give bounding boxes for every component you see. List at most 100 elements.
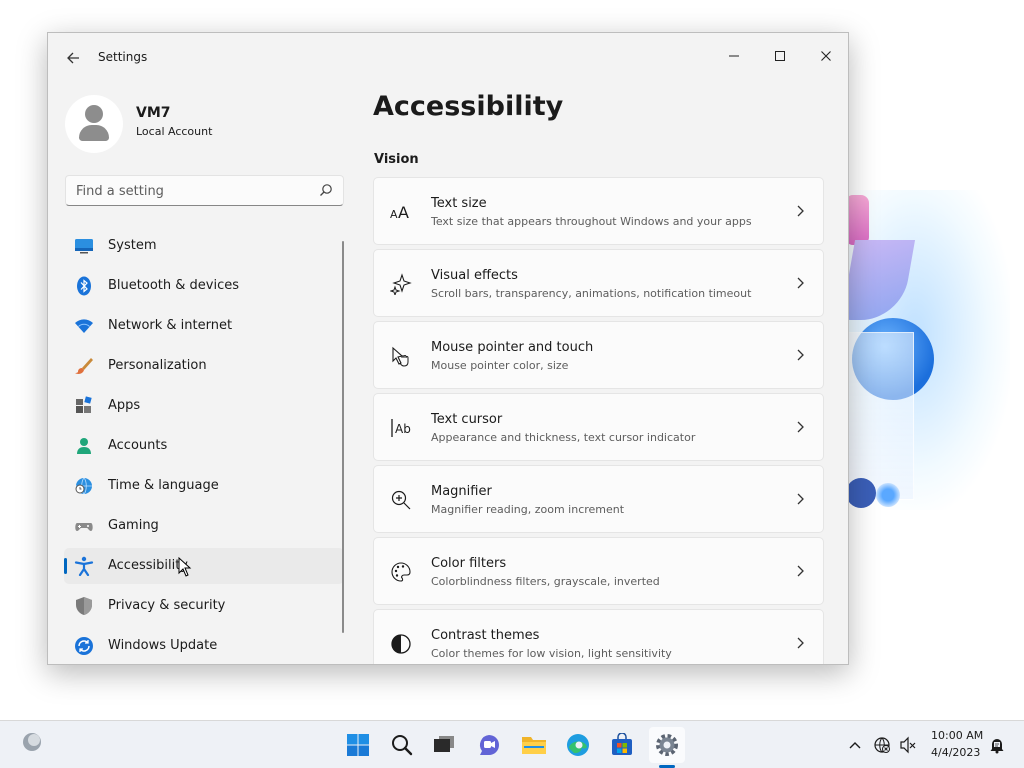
app-title: Settings xyxy=(98,50,148,64)
chat-button[interactable] xyxy=(471,727,507,763)
system-icon xyxy=(74,236,94,256)
apps-icon xyxy=(74,396,94,416)
widgets-button[interactable] xyxy=(20,730,44,754)
close-icon xyxy=(821,51,831,61)
sidebar-item-privacy[interactable]: Privacy & security xyxy=(64,588,344,624)
maximize-icon xyxy=(775,51,785,61)
card-magnifier[interactable]: Magnifier Magnifier reading, zoom increm… xyxy=(373,465,824,533)
mouse-cursor-icon xyxy=(178,557,192,577)
card-title: Text cursor xyxy=(431,412,503,427)
maximize-button[interactable] xyxy=(757,39,803,73)
wifi-icon xyxy=(74,316,94,336)
chevron-right-icon xyxy=(797,565,804,577)
magnifier-icon xyxy=(390,489,412,511)
sidebar-item-label: Gaming xyxy=(108,518,159,533)
sidebar-item-system[interactable]: System xyxy=(64,228,344,264)
sidebar-item-personalization[interactable]: Personalization xyxy=(64,348,344,384)
start-button[interactable] xyxy=(340,727,376,763)
sidebar-item-windows-update[interactable]: Windows Update xyxy=(64,628,344,664)
edge-button[interactable] xyxy=(560,727,596,763)
sidebar-item-label: Network & internet xyxy=(108,318,233,333)
settings-taskbar-button[interactable] xyxy=(649,727,685,763)
sidebar-nav: System Bluetooth & devices Network & int… xyxy=(64,228,344,664)
contrast-icon xyxy=(390,633,412,655)
card-text-size[interactable]: AA Text size Text size that appears thro… xyxy=(373,177,824,245)
card-mouse-pointer[interactable]: Mouse pointer and touch Mouse pointer co… xyxy=(373,321,824,389)
update-icon xyxy=(74,636,94,656)
store-icon xyxy=(612,733,632,755)
card-title: Text size xyxy=(431,196,487,211)
edge-icon xyxy=(567,734,589,756)
file-explorer-icon xyxy=(522,737,546,754)
card-title: Color filters xyxy=(431,556,507,571)
clock-time[interactable]: 10:00 AM xyxy=(931,729,983,742)
notification-bell-icon xyxy=(990,739,1004,754)
chevron-right-icon xyxy=(797,637,804,649)
card-visual-effects[interactable]: Visual effects Scroll bars, transparency… xyxy=(373,249,824,317)
pointer-icon xyxy=(390,345,412,367)
chevron-right-icon xyxy=(797,277,804,289)
sidebar-item-time-language[interactable]: Time & language xyxy=(64,468,344,504)
volume-button[interactable] xyxy=(898,735,918,755)
title-bar[interactable]: Settings xyxy=(48,33,848,81)
clock-date[interactable]: 4/4/2023 xyxy=(931,746,980,759)
brush-icon xyxy=(74,356,94,376)
sidebar-item-label: Apps xyxy=(108,398,141,413)
file-explorer-button[interactable] xyxy=(516,727,552,763)
taskbar: 10:00 AM 4/4/2023 xyxy=(0,720,1024,768)
settings-icon xyxy=(656,734,678,756)
chevron-up-icon xyxy=(849,742,861,749)
taskbar-search-button[interactable] xyxy=(384,727,420,763)
card-text-cursor[interactable]: Ab Text cursor Appearance and thickness,… xyxy=(373,393,824,461)
search-icon[interactable] xyxy=(319,183,333,197)
wallpaper-bloom-dot xyxy=(846,478,876,508)
sidebar-scrollbar[interactable] xyxy=(342,241,344,633)
back-arrow-icon xyxy=(67,52,79,64)
text-size-icon: AA xyxy=(390,201,412,223)
sidebar-item-network[interactable]: Network & internet xyxy=(64,308,344,344)
page-title: Accessibility xyxy=(373,91,564,122)
card-contrast-themes[interactable]: Contrast themes Color themes for low vis… xyxy=(373,609,824,664)
avatar[interactable] xyxy=(65,95,123,153)
card-subtitle: Color themes for low vision, light sensi… xyxy=(431,647,672,660)
sidebar-item-accounts[interactable]: Accounts xyxy=(64,428,344,464)
minimize-button[interactable] xyxy=(711,39,757,73)
card-color-filters[interactable]: Color filters Colorblindness filters, gr… xyxy=(373,537,824,605)
card-title: Mouse pointer and touch xyxy=(431,340,594,355)
task-view-button[interactable] xyxy=(426,727,462,763)
search-icon xyxy=(392,735,413,756)
bluetooth-icon xyxy=(74,276,94,296)
globe-clock-icon xyxy=(74,476,94,496)
close-button[interactable] xyxy=(803,39,848,73)
chevron-right-icon xyxy=(797,205,804,217)
search-box[interactable] xyxy=(65,175,344,206)
sidebar-item-accessibility[interactable]: Accessibility xyxy=(64,548,344,584)
back-button[interactable] xyxy=(62,47,84,69)
chevron-right-icon xyxy=(797,493,804,505)
card-title: Visual effects xyxy=(431,268,518,283)
volume-muted-icon xyxy=(900,736,916,754)
settings-window: Settings VM7 Local Account System xyxy=(47,32,849,665)
card-subtitle: Appearance and thickness, text cursor in… xyxy=(431,431,696,444)
sidebar-item-bluetooth[interactable]: Bluetooth & devices xyxy=(64,268,344,304)
network-status-button[interactable] xyxy=(872,735,892,755)
shield-icon xyxy=(74,596,94,616)
section-title: Vision xyxy=(374,152,419,167)
avatar-body xyxy=(79,125,109,141)
notifications-button[interactable] xyxy=(987,735,1007,755)
sidebar-item-apps[interactable]: Apps xyxy=(64,388,344,424)
svg-text:A: A xyxy=(398,203,409,222)
card-subtitle: Text size that appears throughout Window… xyxy=(431,215,752,228)
search-input[interactable] xyxy=(76,182,306,200)
settings-card-list: AA Text size Text size that appears thro… xyxy=(373,177,824,664)
sidebar-item-gaming[interactable]: Gaming xyxy=(64,508,344,544)
store-button[interactable] xyxy=(604,727,640,763)
start-icon xyxy=(347,734,369,756)
show-hidden-icons-button[interactable] xyxy=(845,735,865,755)
minimize-icon xyxy=(729,55,739,57)
card-title: Contrast themes xyxy=(431,628,540,643)
task-view-icon xyxy=(434,736,454,752)
card-subtitle: Mouse pointer color, size xyxy=(431,359,569,372)
accessibility-icon xyxy=(74,556,94,576)
globe-icon xyxy=(874,737,890,753)
